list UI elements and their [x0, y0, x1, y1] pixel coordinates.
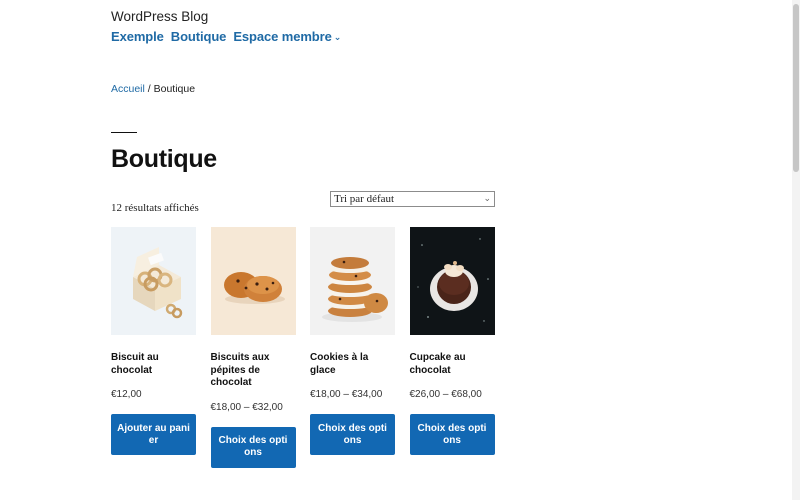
nav-item-espace-membre[interactable]: Espace membre ⌄: [233, 29, 341, 44]
orderby-selected-value: Tri par défaut: [334, 193, 395, 205]
nav-item-boutique[interactable]: Boutique: [171, 29, 227, 44]
chevron-down-icon[interactable]: ⌄: [334, 32, 342, 43]
product-price: €18,00 – €32,00: [210, 401, 283, 413]
product-title[interactable]: Cupcake au chocolat: [410, 352, 495, 377]
choose-options-button[interactable]: Choix des options: [409, 414, 495, 455]
product-image-cookies-glace[interactable]: [310, 227, 395, 335]
choose-options-button[interactable]: Choix des options: [310, 414, 395, 455]
product-image-biscuit[interactable]: [111, 227, 196, 335]
scrollbar-thumb[interactable]: [793, 4, 799, 172]
product-image-cupcake[interactable]: [409, 227, 495, 335]
product-card: Biscuit au chocolat €12,00 Ajouter au pa…: [111, 227, 196, 468]
breadcrumb-current: Boutique: [153, 83, 196, 95]
page-scrollbar[interactable]: [792, 0, 800, 500]
orderby-select[interactable]: Tri par défaut ⌄: [330, 191, 495, 207]
product-price: €12,00: [111, 389, 142, 400]
product-title[interactable]: Cookies à la glace: [310, 352, 395, 377]
site-title[interactable]: WordPress Blog: [111, 9, 208, 24]
product-grid: Biscuit au chocolat €12,00 Ajouter au pa…: [111, 227, 509, 468]
product-price: €18,00 – €34,00: [310, 389, 383, 400]
product-card: Biscuits aux pépites de chocolat €18,00 …: [210, 227, 296, 468]
nav-item-exemple[interactable]: Exemple: [111, 29, 164, 44]
breadcrumb-separator: /: [144, 83, 154, 95]
chevron-down-icon: ⌄: [483, 193, 491, 203]
product-title[interactable]: Biscuit au chocolat: [111, 352, 196, 377]
title-divider: [111, 132, 137, 133]
choose-options-button[interactable]: Choix des options: [210, 426, 296, 468]
nav-item-label: Espace membre: [233, 29, 332, 44]
result-count: 12 résultats affichés: [111, 202, 199, 214]
product-title[interactable]: Biscuits aux pépites de chocolat: [211, 352, 296, 390]
product-card: Cookies à la glace €18,00 – €34,00 Choix…: [310, 227, 395, 468]
primary-navigation: Exemple Boutique Espace membre ⌄: [111, 29, 348, 44]
product-price: €26,00 – €68,00: [409, 389, 482, 400]
page-title: Boutique: [111, 145, 217, 173]
add-to-cart-button[interactable]: Ajouter au panier: [111, 414, 196, 455]
breadcrumb: Accueil / Boutique: [111, 83, 195, 95]
product-card: Cupcake au chocolat €26,00 – €68,00 Choi…: [409, 227, 495, 468]
product-image-biscuits-pepites[interactable]: [210, 227, 296, 335]
breadcrumb-home-link[interactable]: Accueil: [111, 83, 145, 95]
